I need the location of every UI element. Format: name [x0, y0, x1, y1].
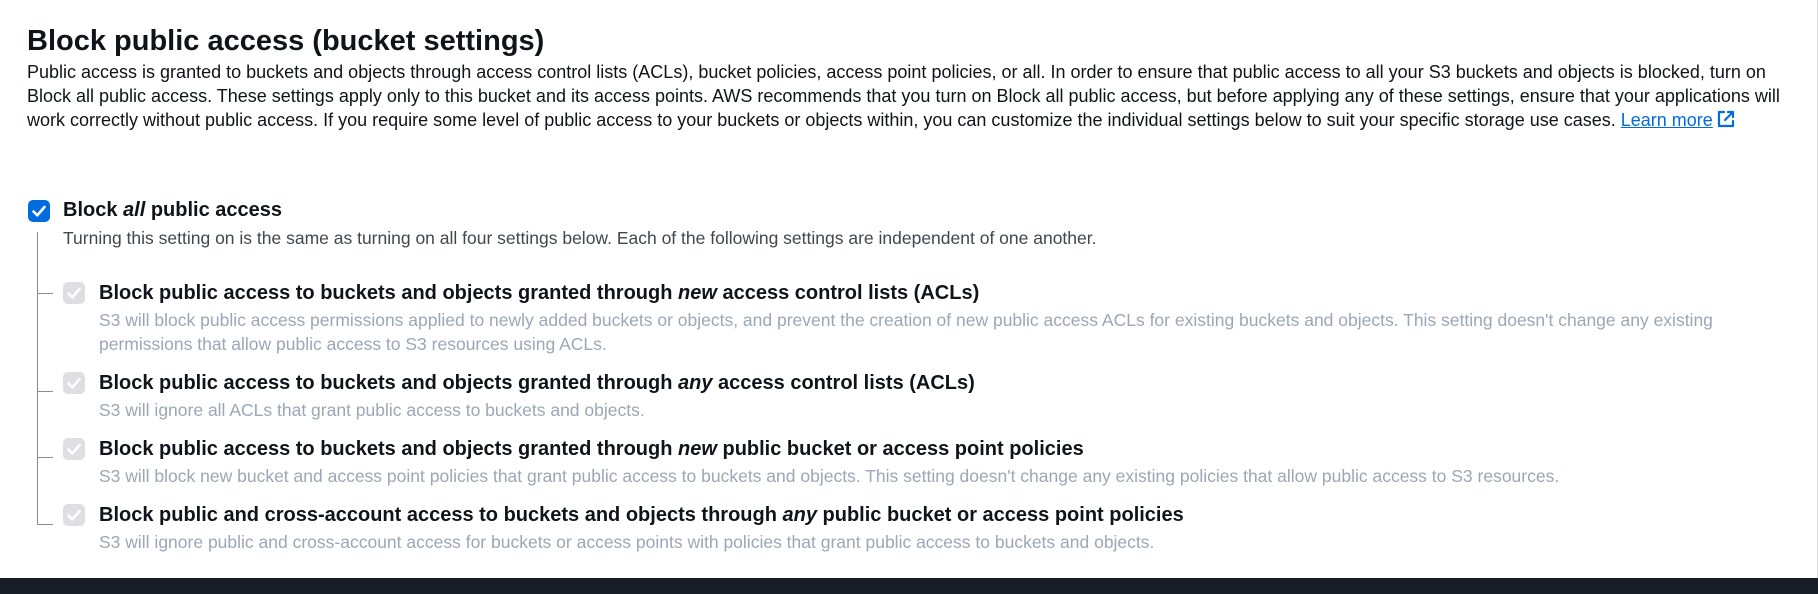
- tree-connector-vertical: [37, 232, 38, 524]
- block-all-label-pre: Block: [63, 199, 124, 221]
- external-link-icon: [1716, 109, 1736, 135]
- description-text: Public access is granted to buckets and …: [27, 62, 1780, 130]
- any-policies-label-pre: Block public and cross-account access to…: [99, 504, 783, 526]
- tree-connector-branch: [37, 293, 53, 294]
- any-acls-label-post: access control lists (ACLs): [712, 372, 975, 394]
- any-policies-label[interactable]: Block public and cross-account access to…: [99, 502, 1184, 528]
- new-acls-label[interactable]: Block public access to buckets and objec…: [99, 280, 979, 306]
- new-policies-label-post: public bucket or access point policies: [716, 438, 1084, 460]
- new-policies-checkbox[interactable]: [63, 438, 85, 460]
- new-acls-label-post: access control lists (ACLs): [716, 282, 980, 304]
- checkmark-icon: [32, 205, 46, 217]
- any-policies-description: S3 will ignore public and cross-account …: [99, 532, 1155, 552]
- learn-more-link[interactable]: Learn more: [1621, 110, 1736, 130]
- tree-connector-branch: [37, 457, 53, 458]
- section-title: Block public access (bucket settings): [27, 25, 545, 57]
- footer-bar: [0, 578, 1818, 594]
- checkmark-icon: [67, 287, 81, 299]
- any-acls-label[interactable]: Block public access to buckets and objec…: [99, 370, 975, 396]
- new-policies-label[interactable]: Block public access to buckets and objec…: [99, 436, 1084, 462]
- checkmark-icon: [67, 443, 81, 455]
- section-description: Public access is granted to buckets and …: [27, 60, 1787, 135]
- block-all-label[interactable]: Block all public access: [63, 197, 282, 223]
- new-acls-description: S3 will block public access permissions …: [99, 310, 1713, 354]
- new-acls-label-pre: Block public access to buckets and objec…: [99, 282, 679, 304]
- tree-connector-branch: [37, 524, 53, 525]
- any-acls-checkbox[interactable]: [63, 372, 85, 394]
- new-acls-label-emphasis: new: [678, 282, 717, 304]
- new-policies-label-emphasis: new: [678, 438, 717, 460]
- any-policies-label-emphasis: any: [782, 504, 817, 526]
- block-all-description: Turning this setting on is the same as t…: [63, 228, 1097, 248]
- any-policies-checkbox[interactable]: [63, 504, 85, 526]
- checkmark-icon: [67, 509, 81, 521]
- block-all-label-post: public access: [145, 199, 283, 221]
- new-policies-description: S3 will block new bucket and access poin…: [99, 466, 1560, 486]
- new-policies-label-pre: Block public access to buckets and objec…: [99, 438, 679, 460]
- new-acls-checkbox[interactable]: [63, 282, 85, 304]
- block-public-access-panel: Block public access (bucket settings) Pu…: [0, 0, 1818, 578]
- checkmark-icon: [67, 377, 81, 389]
- any-policies-label-post: public bucket or access point policies: [816, 504, 1184, 526]
- any-acls-label-emphasis: any: [678, 372, 713, 394]
- block-all-checkbox[interactable]: [28, 200, 50, 222]
- tree-connector-branch: [37, 391, 53, 392]
- any-acls-description: S3 will ignore all ACLs that grant publi…: [99, 400, 645, 420]
- learn-more-label[interactable]: Learn more: [1621, 110, 1713, 130]
- block-all-label-emphasis: all: [123, 199, 146, 221]
- any-acls-label-pre: Block public access to buckets and objec…: [99, 372, 679, 394]
